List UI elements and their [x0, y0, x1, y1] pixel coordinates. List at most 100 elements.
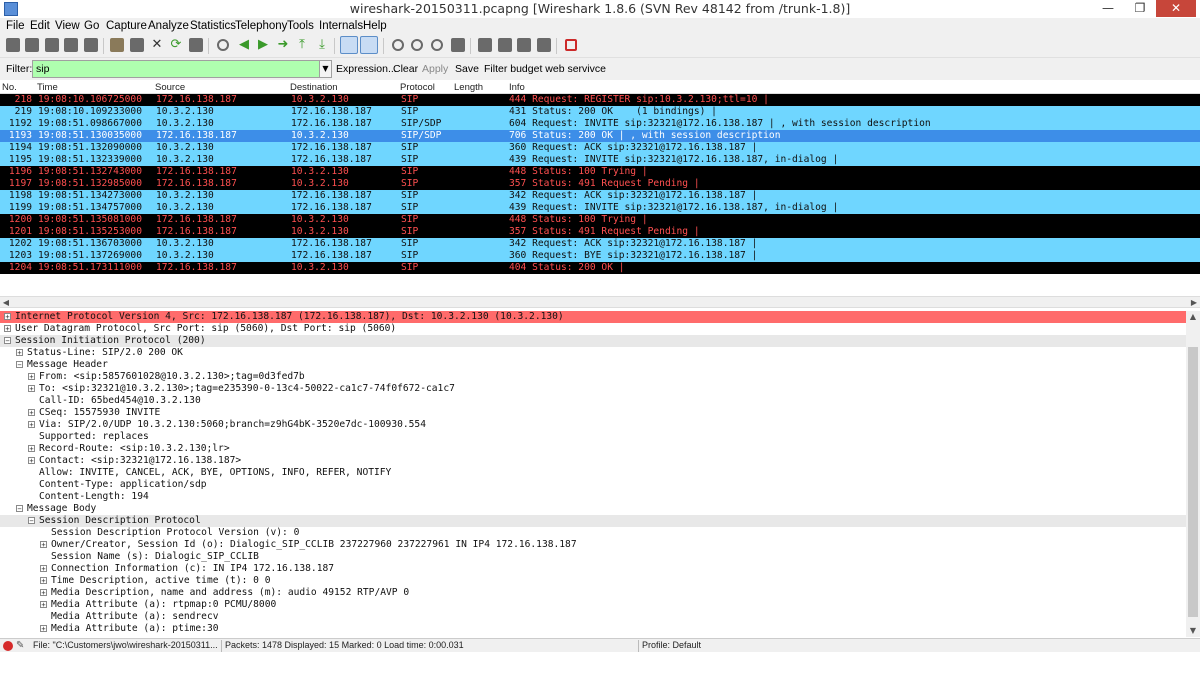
column-info[interactable]: Info	[509, 82, 525, 93]
expand-icon[interactable]: +	[40, 625, 47, 633]
expression-button[interactable]: Expression...	[336, 63, 397, 75]
chevron-up-icon[interactable]: ▲	[1186, 311, 1200, 323]
packet-row[interactable]: 1197 19:08:51.132985000 172.16.138.187 10.3…	[0, 178, 1200, 190]
expand-icon[interactable]: +	[28, 409, 35, 417]
menu-go[interactable]: Go	[84, 19, 99, 33]
packet-row[interactable]: 1196 19:08:51.132743000 172.16.138.187 10.3…	[0, 166, 1200, 178]
capture-options-icon[interactable]	[25, 38, 39, 52]
chevron-down-icon[interactable]: ▼	[319, 61, 331, 77]
minimize-button[interactable]: —	[1094, 0, 1122, 17]
restart-capture-icon[interactable]	[84, 38, 98, 52]
details-scrollbar[interactable]: ▲ ▼	[1186, 311, 1200, 637]
menu-view[interactable]: View	[55, 19, 80, 33]
detail-tree-item[interactable]: + Contact: <sip:32321@172.16.138.187>	[0, 455, 1186, 467]
packet-row[interactable]: 1195 19:08:51.132339000 10.3.2.130 172.16.1…	[0, 154, 1200, 166]
detail-tree-item[interactable]: + Connection Information (c): IN IP4 172.…	[0, 563, 1186, 575]
menu-telephony[interactable]: Telephony	[235, 19, 287, 33]
help-icon[interactable]	[565, 39, 577, 51]
auto-scroll-icon[interactable]	[360, 36, 378, 54]
filter-input[interactable]: sip	[32, 60, 332, 78]
collapse-icon[interactable]: −	[16, 505, 23, 513]
detail-tree-item[interactable]: + Status-Line: SIP/2.0 200 OK	[0, 347, 1186, 359]
detail-tree-item[interactable]: − Session Description Protocol	[0, 515, 1186, 527]
go-to-packet-icon[interactable]: ➜	[276, 38, 290, 52]
detail-tree-item[interactable]: − Message Header	[0, 359, 1186, 371]
packet-list-scrollbar[interactable]: ◀ ▶	[0, 296, 1200, 308]
coloring-rules-icon[interactable]	[517, 38, 531, 52]
menu-edit[interactable]: Edit	[30, 19, 50, 33]
open-file-icon[interactable]	[110, 38, 124, 52]
reload-icon[interactable]: ⟳	[169, 38, 183, 52]
expand-icon[interactable]: +	[4, 325, 11, 333]
save-filter-button[interactable]: Save	[455, 63, 479, 75]
packet-row[interactable]: 218 19:08:10.106725000 172.16.138.187 10.3.…	[0, 94, 1200, 106]
detail-tree-item[interactable]: + CSeq: 15575930 INVITE	[0, 407, 1186, 419]
expand-icon[interactable]: +	[40, 541, 47, 549]
menu-capture[interactable]: Capture	[106, 19, 147, 33]
packet-row[interactable]: 1194 19:08:51.132090000 10.3.2.130 172.16.1…	[0, 142, 1200, 154]
save-file-icon[interactable]	[130, 38, 144, 52]
packet-row[interactable]: 1202 19:08:51.136703000 10.3.2.130 172.16.1…	[0, 238, 1200, 250]
chevron-left-icon[interactable]: ◀	[0, 297, 12, 308]
detail-tree-item[interactable]: Media Attribute (a): sendrecv	[0, 611, 1186, 623]
chevron-right-icon[interactable]: ▶	[1188, 297, 1200, 308]
filter-budget-button[interactable]: Filter budget web servivce	[484, 63, 606, 75]
expand-icon[interactable]: +	[28, 373, 35, 381]
colorize-icon[interactable]	[340, 36, 358, 54]
expand-icon[interactable]: +	[28, 445, 35, 453]
chevron-down-icon[interactable]: ▼	[1186, 625, 1200, 637]
expand-icon[interactable]: +	[28, 457, 35, 465]
menu-internals[interactable]: Internals	[319, 19, 363, 33]
detail-tree-item[interactable]: Content-Type: application/sdp	[0, 479, 1186, 491]
go-first-icon[interactable]: ⤒	[295, 38, 309, 52]
stop-capture-icon[interactable]	[64, 38, 78, 52]
detail-tree-item[interactable]: − Session Initiation Protocol (200)	[0, 335, 1186, 347]
go-last-icon[interactable]: ⤓	[315, 38, 329, 52]
close-button[interactable]: ✕	[1156, 0, 1196, 17]
start-capture-icon[interactable]	[45, 38, 59, 52]
detail-tree-item[interactable]: Call-ID: 65bed454@10.3.2.130	[0, 395, 1186, 407]
packet-row[interactable]: 1203 19:08:51.137269000 10.3.2.130 172.16.1…	[0, 250, 1200, 262]
column-source[interactable]: Source	[155, 82, 185, 93]
detail-tree-item[interactable]: + Media Attribute (a): rtpmap:0 PCMU/8000	[0, 599, 1186, 611]
detail-tree-item[interactable]: + To: <sip:32321@10.3.2.130>;tag=e235390-…	[0, 383, 1186, 395]
capture-filters-icon[interactable]	[478, 38, 492, 52]
detail-tree-item[interactable]: + Media Attribute (a): ptime:30	[0, 623, 1186, 635]
detail-tree-item[interactable]: Supported: replaces	[0, 431, 1186, 443]
detail-tree-item[interactable]: − Message Body	[0, 503, 1186, 515]
detail-tree-item[interactable]: + Record-Route: <sip:10.3.2.130;lr>	[0, 443, 1186, 455]
apply-button[interactable]: Apply	[422, 63, 448, 75]
packet-row[interactable]: 1192 19:08:51.098667000 10.3.2.130 172.16.1…	[0, 118, 1200, 130]
interface-list-icon[interactable]	[6, 38, 20, 52]
packet-row[interactable]: 1200 19:08:51.135081000 172.16.138.187 10.3…	[0, 214, 1200, 226]
detail-tree-item[interactable]: Session Name (s): Dialogic_SIP_CCLIB	[0, 551, 1186, 563]
print-icon[interactable]	[189, 38, 203, 52]
preferences-icon[interactable]	[537, 38, 551, 52]
resize-columns-icon[interactable]	[451, 38, 465, 52]
menu-tools[interactable]: Tools	[287, 19, 314, 33]
menu-analyze[interactable]: Analyze	[148, 19, 189, 33]
maximize-button[interactable]: ❐	[1126, 0, 1154, 17]
packet-row[interactable]: 219 19:08:10.109233000 10.3.2.130 172.16.13…	[0, 106, 1200, 118]
display-filters-icon[interactable]	[498, 38, 512, 52]
detail-tree-item[interactable]: + User Datagram Protocol, Src Port: sip (…	[0, 323, 1186, 335]
collapse-icon[interactable]: −	[28, 517, 35, 525]
collapse-icon[interactable]: −	[16, 361, 23, 369]
expand-icon[interactable]: +	[4, 313, 11, 321]
status-profile[interactable]: Profile: Default	[642, 640, 701, 650]
expand-icon[interactable]: +	[40, 577, 47, 585]
detail-tree-item[interactable]: + Via: SIP/2.0/UDP 10.3.2.130:5060;branch…	[0, 419, 1186, 431]
packet-row[interactable]: 1193 19:08:51.130035000 172.16.138.187 10.3…	[0, 130, 1200, 142]
detail-tree-item[interactable]: + Time Description, active time (t): 0 0	[0, 575, 1186, 587]
clear-button[interactable]: Clear	[393, 63, 418, 75]
expand-icon[interactable]: +	[40, 601, 47, 609]
packet-row[interactable]: 1198 19:08:51.134273000 10.3.2.130 172.16.1…	[0, 190, 1200, 202]
expand-icon[interactable]: +	[40, 565, 47, 573]
close-file-icon[interactable]: ✕	[150, 38, 164, 52]
normal-size-icon[interactable]	[431, 39, 443, 51]
column-protocol[interactable]: Protocol	[400, 82, 435, 93]
go-back-icon[interactable]: ◀	[237, 38, 251, 52]
packet-row[interactable]: 1204 19:08:51.173111000 172.16.138.187 10.3…	[0, 262, 1200, 274]
edit-comment-icon[interactable]: ✎	[16, 640, 26, 651]
detail-tree-item[interactable]: Allow: INVITE, CANCEL, ACK, BYE, OPTIONS…	[0, 467, 1186, 479]
